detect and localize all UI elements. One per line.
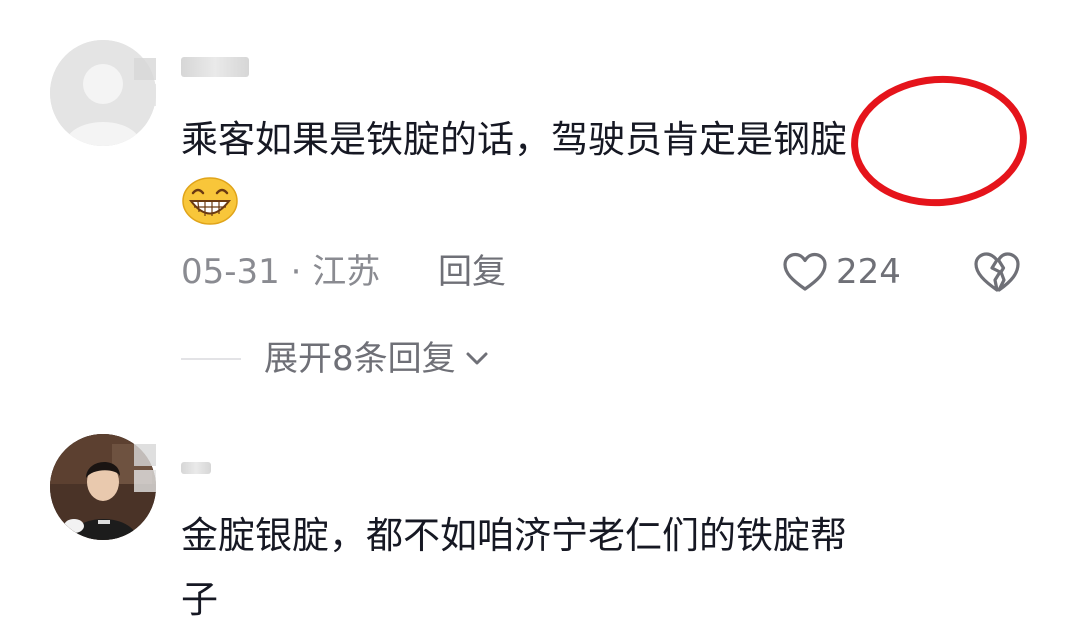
username-mosaic xyxy=(134,58,156,80)
like-button[interactable]: 224 xyxy=(782,248,901,296)
like-count: 224 xyxy=(836,252,901,292)
reply-button[interactable]: 回复 xyxy=(438,248,506,296)
heart-icon xyxy=(783,252,827,291)
username-mosaic xyxy=(134,470,156,492)
comment-text-line-2: 子 xyxy=(181,578,218,621)
broken-heart-icon[interactable] xyxy=(972,250,1022,294)
expand-divider xyxy=(181,358,241,360)
expand-replies-button[interactable]: 展开8条回复 xyxy=(264,334,492,384)
comment-text-line-1: 金腚银腚，都不如咱济宁老仁们的铁腚帮 xyxy=(181,514,847,557)
username-redacted[interactable] xyxy=(181,462,211,474)
grin-emoji-icon xyxy=(182,177,238,225)
chevron-down-icon xyxy=(466,352,488,365)
comment-text: 乘客如果是铁腚的话，驾驶员肯定是钢腚 xyxy=(181,118,847,161)
username-mosaic xyxy=(134,444,156,466)
username-redacted[interactable] xyxy=(181,57,249,77)
username-mosaic xyxy=(134,84,156,106)
highlight-circle xyxy=(846,70,1032,212)
expand-replies-label: 展开8条回复 xyxy=(264,339,456,379)
comment-date-location: 05-31 · 江苏 xyxy=(181,252,381,292)
